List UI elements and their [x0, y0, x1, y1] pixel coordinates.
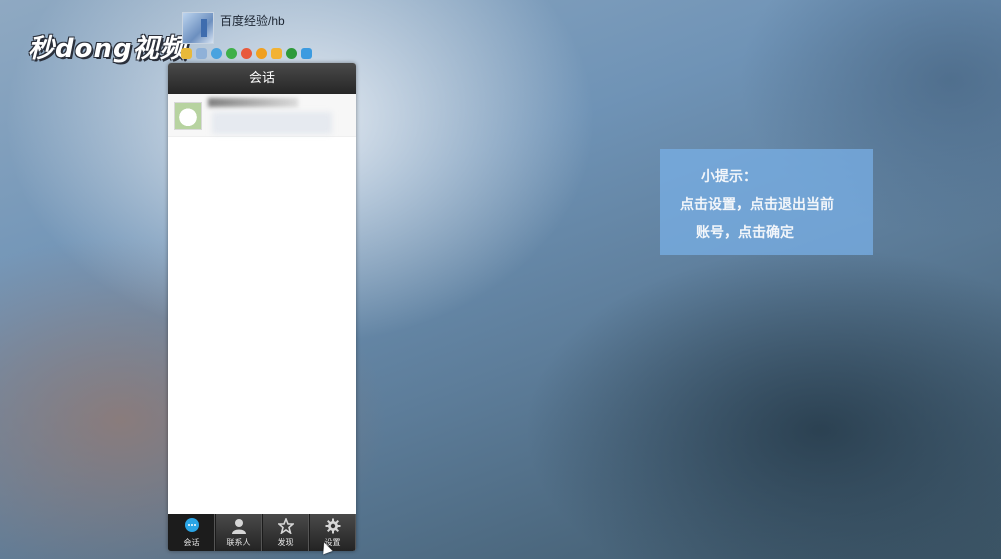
music-icon[interactable]	[226, 48, 237, 59]
browser-icon[interactable]	[241, 48, 252, 59]
profile-name: 百度经验/hb	[220, 14, 285, 28]
contact-avatar	[174, 102, 202, 130]
zone-icon[interactable]	[211, 48, 222, 59]
gift-icon[interactable]	[271, 48, 282, 59]
tab-label: 会话	[183, 538, 200, 547]
tab-label: 发现	[277, 538, 294, 547]
hint-text-line: 账号，点击确定	[696, 225, 794, 241]
last-message-blurred	[212, 112, 332, 134]
tab-discover[interactable]: 发现	[262, 514, 309, 551]
tab-label: 联系人	[226, 538, 251, 547]
star-icon[interactable]	[181, 48, 192, 59]
pet-icon[interactable]	[256, 48, 267, 59]
hint-text-line: 点击设置，点击退出当前	[680, 197, 834, 213]
person-icon	[231, 519, 246, 534]
chat-bubble-icon	[184, 518, 199, 532]
star-outline-icon	[277, 518, 294, 534]
chat-window: 会话 会话 联系人 发现 设置	[168, 63, 356, 551]
tab-settings[interactable]: 设置	[309, 514, 356, 551]
hint-box: 小提示： 点击设置，点击退出当前 账号，点击确定	[660, 149, 873, 255]
contact-name-blurred	[208, 98, 298, 107]
watermark-logo: 秒dong视频	[28, 34, 187, 64]
gear-icon	[325, 518, 340, 534]
window-title: 会话	[168, 63, 356, 94]
mail-icon[interactable]	[196, 48, 207, 59]
tab-contacts[interactable]: 联系人	[215, 514, 262, 551]
status-icon-row	[181, 48, 312, 59]
tab-conversations[interactable]: 会话	[168, 514, 215, 551]
conversation-item[interactable]	[168, 94, 356, 137]
clover-icon[interactable]	[286, 48, 297, 59]
hint-title: 小提示：	[701, 169, 757, 185]
photo-icon[interactable]	[301, 48, 312, 59]
profile-avatar[interactable]	[182, 12, 214, 44]
